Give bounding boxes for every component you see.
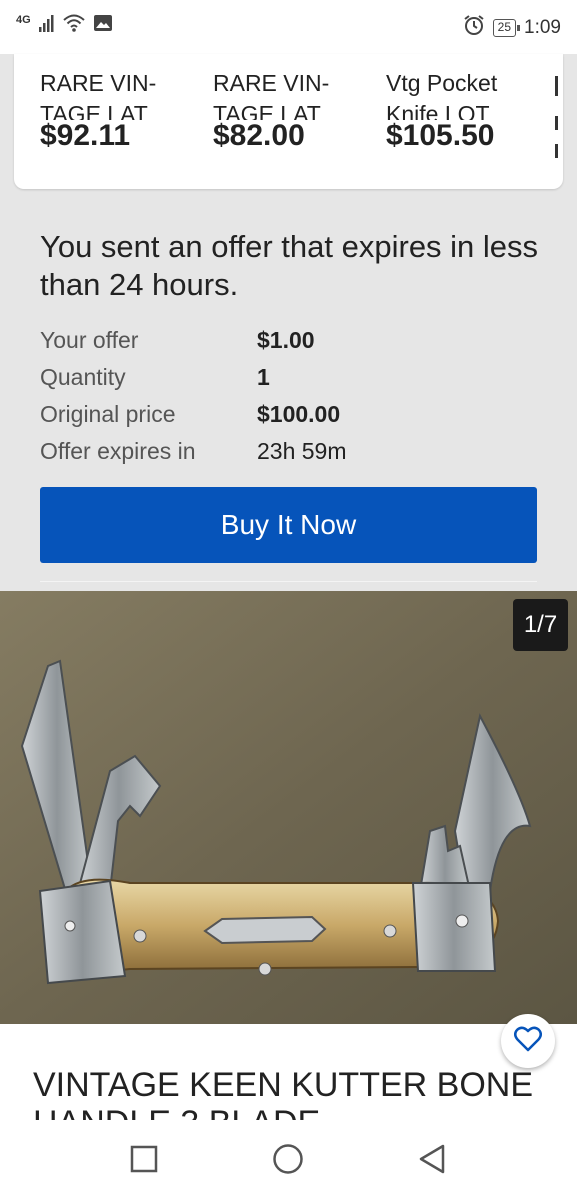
product-image[interactable]: 1/7 [0, 591, 577, 1024]
carousel-item[interactable]: RARE VIN-TAGE LAT $92.11 [40, 68, 190, 152]
system-nav-bar [0, 1120, 577, 1200]
image-counter: 1/7 [513, 599, 568, 651]
divider [40, 581, 537, 582]
offer-row-original-price: Original price $100.00 [40, 396, 347, 433]
offer-value: $1.00 [257, 327, 315, 353]
status-left: 4G [16, 14, 113, 37]
similar-items-carousel[interactable]: RARE VIN-TAGE LAT $92.11 RARE VIN-TAGE L… [14, 54, 563, 189]
offer-value: 23h 59m [257, 438, 347, 464]
carousel-item-title: Vtg Pocket Knife LOT [386, 70, 498, 120]
network-type: 4G [16, 13, 31, 26]
offer-label: Original price [40, 401, 176, 427]
triangle-back-icon [418, 1144, 446, 1179]
battery-indicator: 25 [492, 19, 521, 37]
buy-it-now-button[interactable]: Buy It Now [40, 487, 537, 563]
offer-details: Your offer $1.00 Quantity 1 Original pri… [40, 322, 347, 470]
offer-label: Quantity [40, 364, 126, 390]
add-to-watchlist-button[interactable] [501, 1014, 555, 1068]
offer-row-your-offer: Your offer $1.00 [40, 322, 347, 359]
offer-row-expires-in: Offer expires in 23h 59m [40, 433, 347, 470]
carousel-item-title: RARE VIN-TAGE LAT [213, 70, 330, 120]
offer-value: 1 [257, 364, 270, 390]
carousel-item-partial[interactable] [555, 68, 563, 158]
offer-label: Offer expires in [40, 438, 196, 464]
product-title-section: VINTAGE KEEN KUTTER BONE HANDLE 3 BLADE [0, 1024, 577, 1120]
carousel-item-price: $105.50 [386, 119, 495, 152]
home-button[interactable] [271, 1143, 305, 1180]
image-icon [93, 14, 113, 37]
square-icon [130, 1145, 158, 1178]
recents-button[interactable] [127, 1144, 161, 1178]
offer-status-heading: You sent an offer that expires in less t… [40, 229, 539, 302]
back-button[interactable] [415, 1144, 449, 1178]
offer-row-quantity: Quantity 1 [40, 359, 347, 396]
circle-icon [272, 1143, 304, 1180]
carousel-item-title: RARE VIN-TAGE LAT [40, 70, 157, 120]
signal-icon [38, 14, 55, 37]
status-right: 25 1:09 [463, 14, 561, 42]
carousel-item[interactable]: RARE VIN-TAGE LAT $82.00 [213, 68, 363, 152]
wifi-icon [63, 14, 85, 37]
offer-label: Your offer [40, 327, 139, 353]
product-title: VINTAGE KEEN KUTTER BONE HANDLE 3 BLADE [33, 1066, 534, 1120]
carousel-item-price: $82.00 [213, 119, 305, 152]
carousel-item[interactable]: Vtg Pocket Knife LOT $105.50 [386, 68, 536, 152]
alarm-icon [463, 14, 485, 42]
clock: 1:09 [524, 17, 561, 38]
knife-photo [0, 591, 577, 1024]
heart-icon [514, 1026, 542, 1057]
offer-value: $100.00 [257, 401, 341, 427]
status-bar: 4G 25 1:09 [0, 0, 577, 54]
carousel-item-price: $92.11 [40, 119, 131, 152]
